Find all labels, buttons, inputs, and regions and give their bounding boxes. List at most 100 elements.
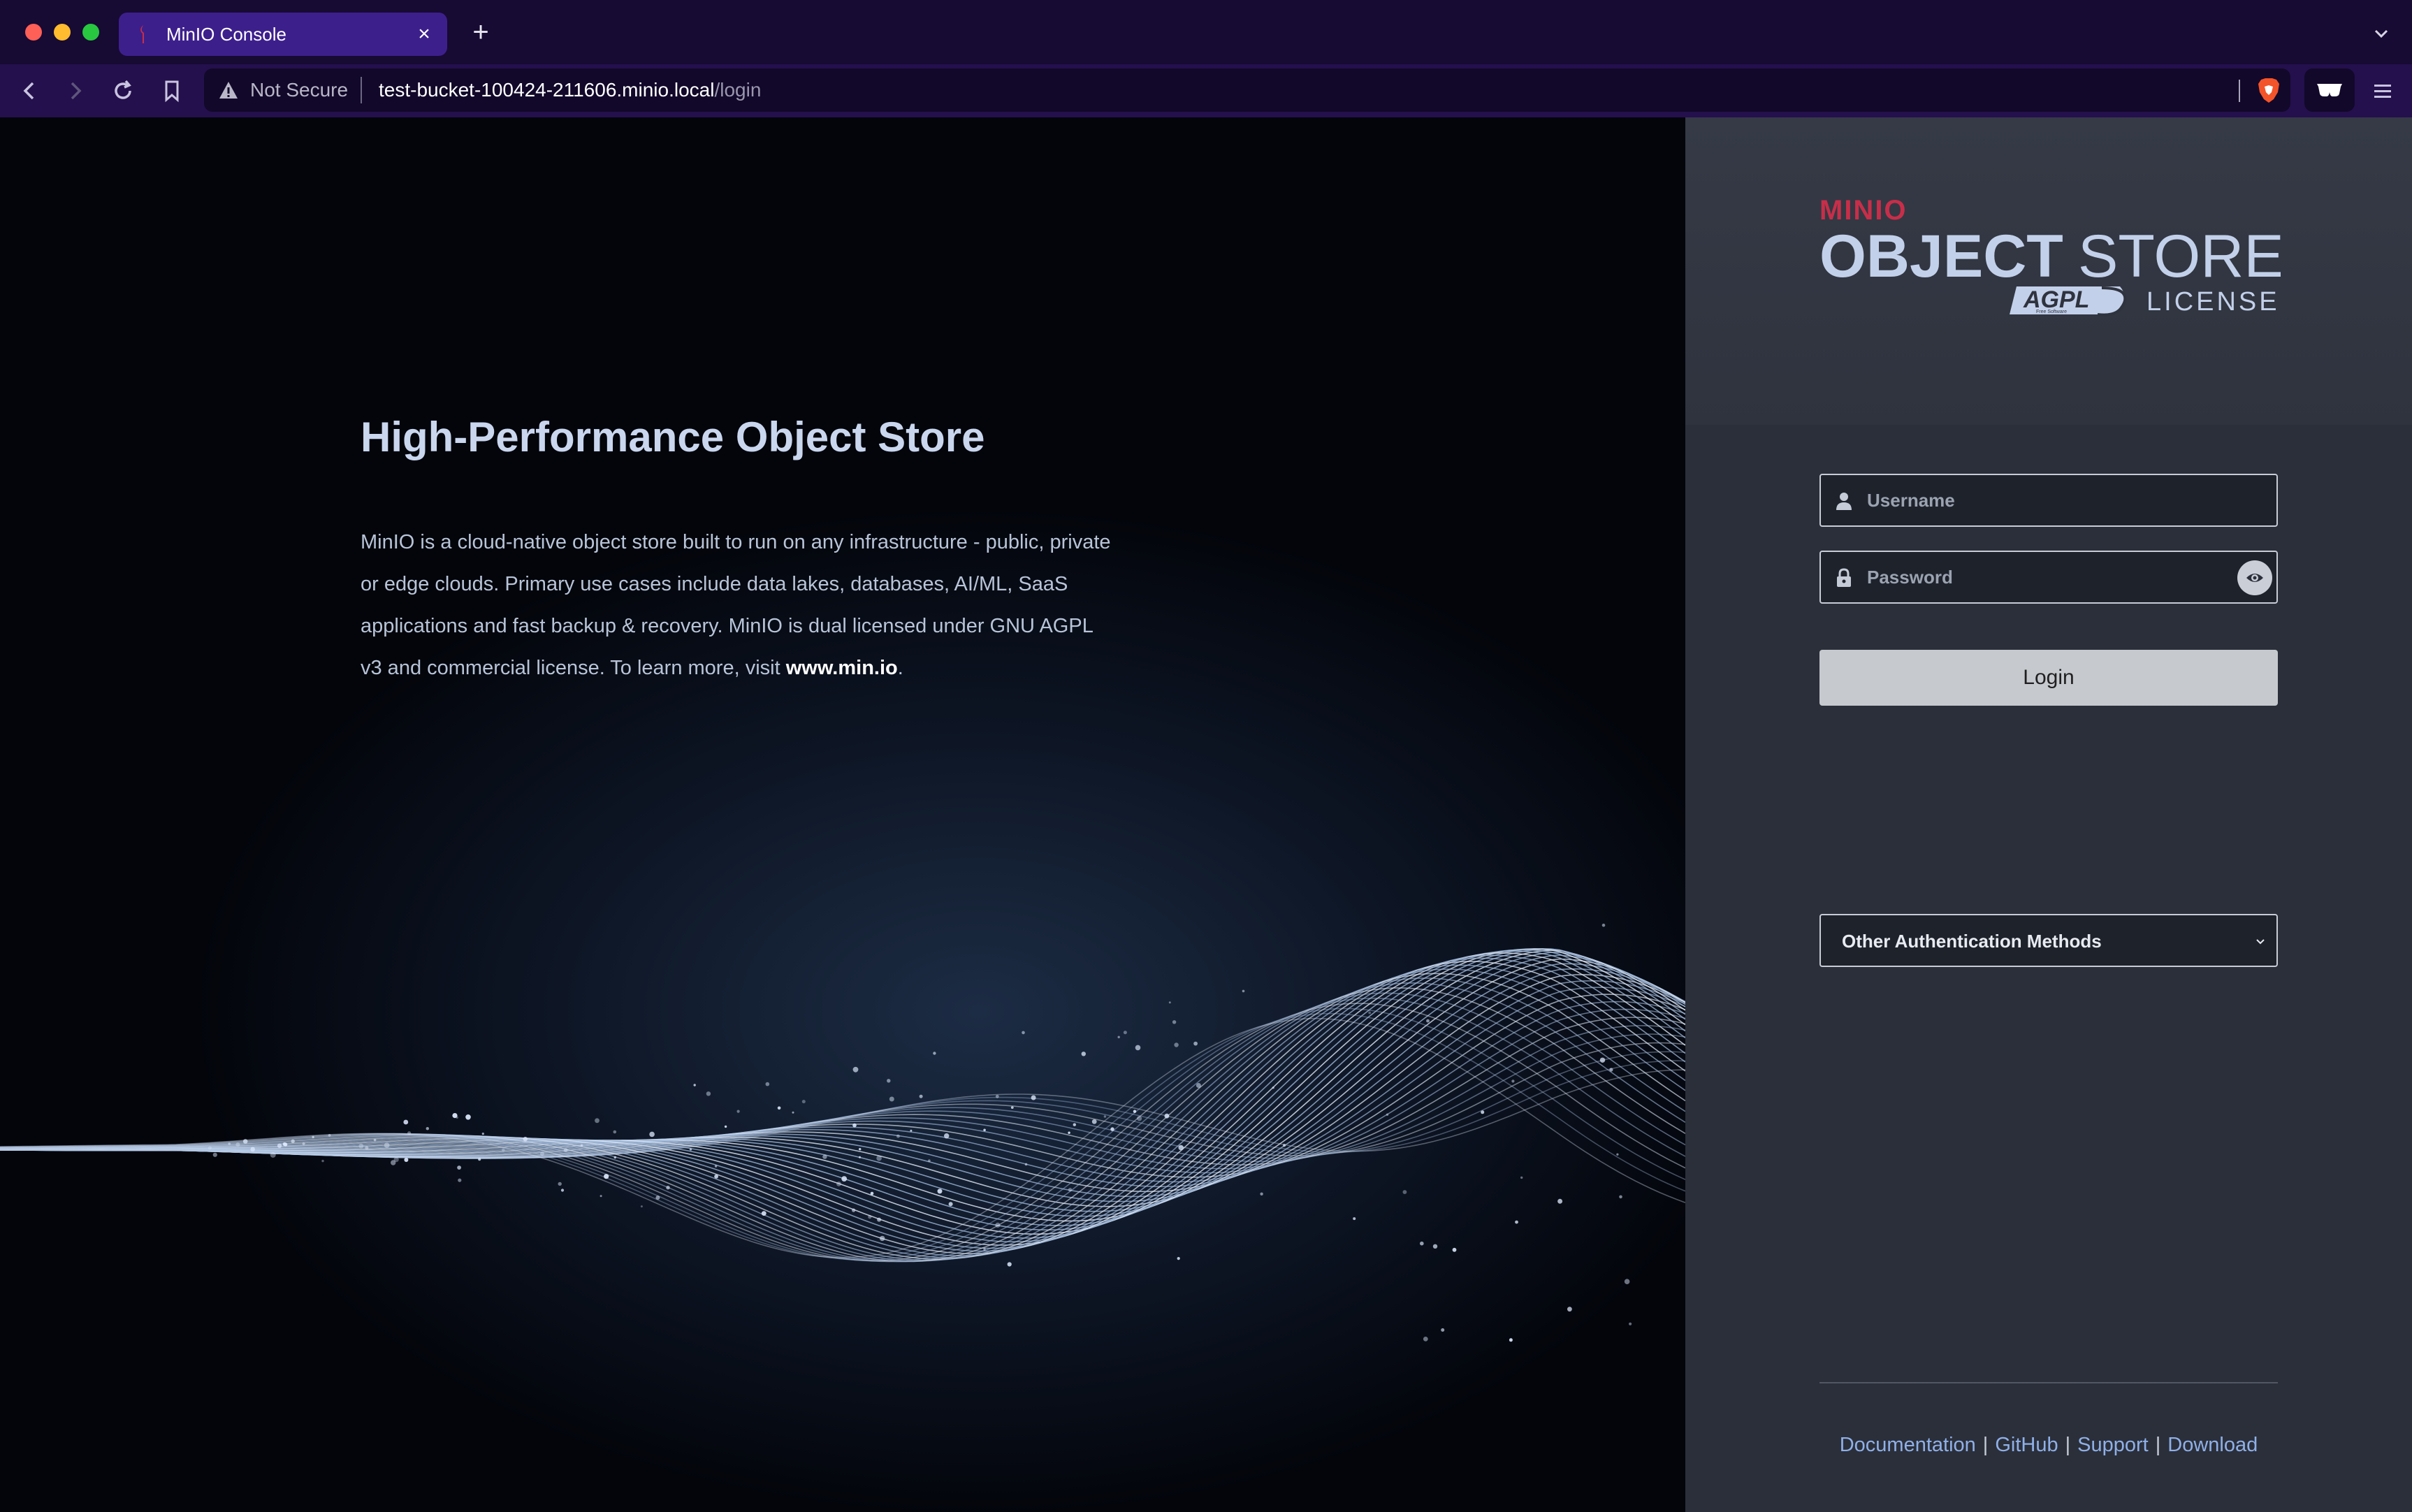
wave-particle — [1515, 1220, 1518, 1224]
minio-website-link[interactable]: www.min.io — [786, 657, 898, 679]
brave-lion-icon[interactable] — [2257, 77, 2281, 103]
wave-particle — [1010, 1106, 1014, 1109]
wave-particle — [407, 1131, 412, 1135]
footer-divider — [1819, 1382, 2278, 1383]
footer-links: Documentation | GitHub | Support | Download — [1819, 1431, 2278, 1459]
wave-particle — [1402, 1190, 1407, 1194]
username-field[interactable] — [1819, 474, 2278, 527]
wave-particle — [649, 1131, 655, 1137]
wave-particle — [870, 1191, 874, 1195]
minio-object-store-logo: MINIO OBJECT STORE AGPL Free Software LI… — [1819, 195, 2281, 317]
tab-close-button[interactable]: × — [412, 22, 436, 46]
wave-particle — [595, 1118, 600, 1124]
not-secure-label[interactable]: Not Secure — [250, 78, 348, 102]
wave-particle — [302, 1142, 305, 1145]
wave-particle — [277, 1143, 282, 1148]
wave-particle — [1068, 1131, 1070, 1134]
address-bar[interactable]: Not Secure test-bucket-100424-211606.min… — [204, 68, 2290, 112]
wave-line — [0, 950, 1685, 1243]
wave-particle — [852, 1208, 856, 1212]
close-window-button[interactable] — [25, 24, 42, 41]
url-path: /login — [714, 79, 762, 101]
download-link[interactable]: Download — [2167, 1434, 2258, 1456]
agpl-badge-icon: AGPL Free Software — [2010, 286, 2127, 317]
wave-particle — [1177, 1257, 1180, 1260]
wave-particle — [228, 1142, 231, 1145]
login-button[interactable]: Login — [1819, 650, 2278, 706]
wave-particle — [1178, 1144, 1184, 1151]
wave-particle — [937, 1188, 943, 1194]
show-password-button[interactable] — [2237, 560, 2272, 595]
wave-particle — [801, 1100, 806, 1104]
wave-particle — [1137, 1116, 1142, 1121]
wave-particle — [1091, 1119, 1097, 1124]
wave-particle — [1081, 1052, 1087, 1056]
logo-brand: MINIO — [1819, 195, 1908, 226]
wave-particle — [714, 1165, 718, 1168]
password-input[interactable] — [1867, 552, 2230, 602]
minio-favicon-icon — [140, 25, 144, 43]
footer-separator: | — [2155, 1434, 2161, 1456]
username-input[interactable] — [1867, 475, 2230, 525]
url-text[interactable]: test-bucket-100424-211606.minio.local/lo… — [379, 78, 761, 102]
wave-particle — [465, 1114, 471, 1120]
hero-description-end: . — [897, 657, 903, 679]
wave-particle — [1103, 1115, 1107, 1118]
wave-particle — [250, 1147, 256, 1152]
hero-section: High-Performance Object Store MinIO is a… — [0, 117, 1685, 1512]
forward-button[interactable] — [61, 77, 89, 105]
wave-particle — [1452, 1247, 1457, 1252]
wave-line — [0, 973, 1685, 1260]
maximize-window-button[interactable] — [82, 24, 99, 41]
github-link[interactable]: GitHub — [1995, 1434, 2058, 1456]
wave-particle — [1511, 1080, 1515, 1083]
back-button[interactable] — [15, 77, 43, 105]
wave-particle — [404, 1158, 409, 1162]
password-field[interactable] — [1819, 551, 2278, 604]
agpl-badge-small-text: Free Software — [2036, 310, 2067, 314]
wave-particle — [1164, 1113, 1170, 1119]
wave-particle — [312, 1135, 314, 1139]
wave-particle — [880, 1235, 885, 1242]
wave-line — [0, 968, 1685, 1198]
tab-list-chevron-icon[interactable] — [2369, 21, 2394, 46]
wave-particle — [558, 1182, 562, 1186]
bookmark-button[interactable] — [158, 77, 186, 105]
wave-particle — [373, 1138, 377, 1142]
wave-particle — [1172, 1020, 1177, 1024]
wave-particle — [1117, 1035, 1120, 1038]
documentation-link[interactable]: Documentation — [1840, 1434, 1976, 1456]
wave-particle — [1135, 1045, 1141, 1051]
reload-icon — [115, 80, 131, 99]
wave-particle — [1193, 1041, 1198, 1046]
minimize-window-button[interactable] — [54, 24, 71, 41]
other-auth-methods-select[interactable]: Other Authentication Methods — [1819, 914, 2278, 967]
wave-particle — [948, 1202, 953, 1207]
logo-product-bold: OBJECT — [1819, 223, 2063, 290]
wave-particle — [655, 1195, 660, 1200]
hamburger-menu-icon[interactable] — [2369, 77, 2397, 105]
wave-particle — [983, 1128, 986, 1132]
reload-button[interactable] — [109, 77, 137, 105]
wave-particle — [563, 1148, 568, 1152]
wave-line — [0, 954, 1685, 1212]
page-viewport: High-Performance Object Store MinIO is a… — [0, 117, 2412, 1512]
wave-particle — [877, 1217, 882, 1222]
support-link[interactable]: Support — [2077, 1434, 2149, 1456]
wave-particle — [1007, 1262, 1012, 1267]
new-tab-button[interactable]: + — [467, 18, 495, 46]
wave-particle — [1242, 989, 1245, 993]
wave-particle — [876, 1155, 882, 1161]
wave-particle — [1283, 1144, 1286, 1147]
wave-particle — [640, 1205, 643, 1208]
tab-minio-console[interactable]: MinIO Console × — [119, 13, 447, 56]
wave-particle — [1616, 1153, 1619, 1156]
wave-particle — [944, 1133, 950, 1139]
wave-particle — [1031, 1095, 1036, 1100]
wave-particle — [1629, 1322, 1632, 1325]
brave-shields-button[interactable] — [2304, 68, 2355, 112]
wave-particle — [1168, 1001, 1171, 1004]
tab-strip: MinIO Console × + — [0, 0, 2412, 64]
wave-particle — [1133, 1110, 1137, 1113]
bookmark-icon — [165, 80, 179, 103]
